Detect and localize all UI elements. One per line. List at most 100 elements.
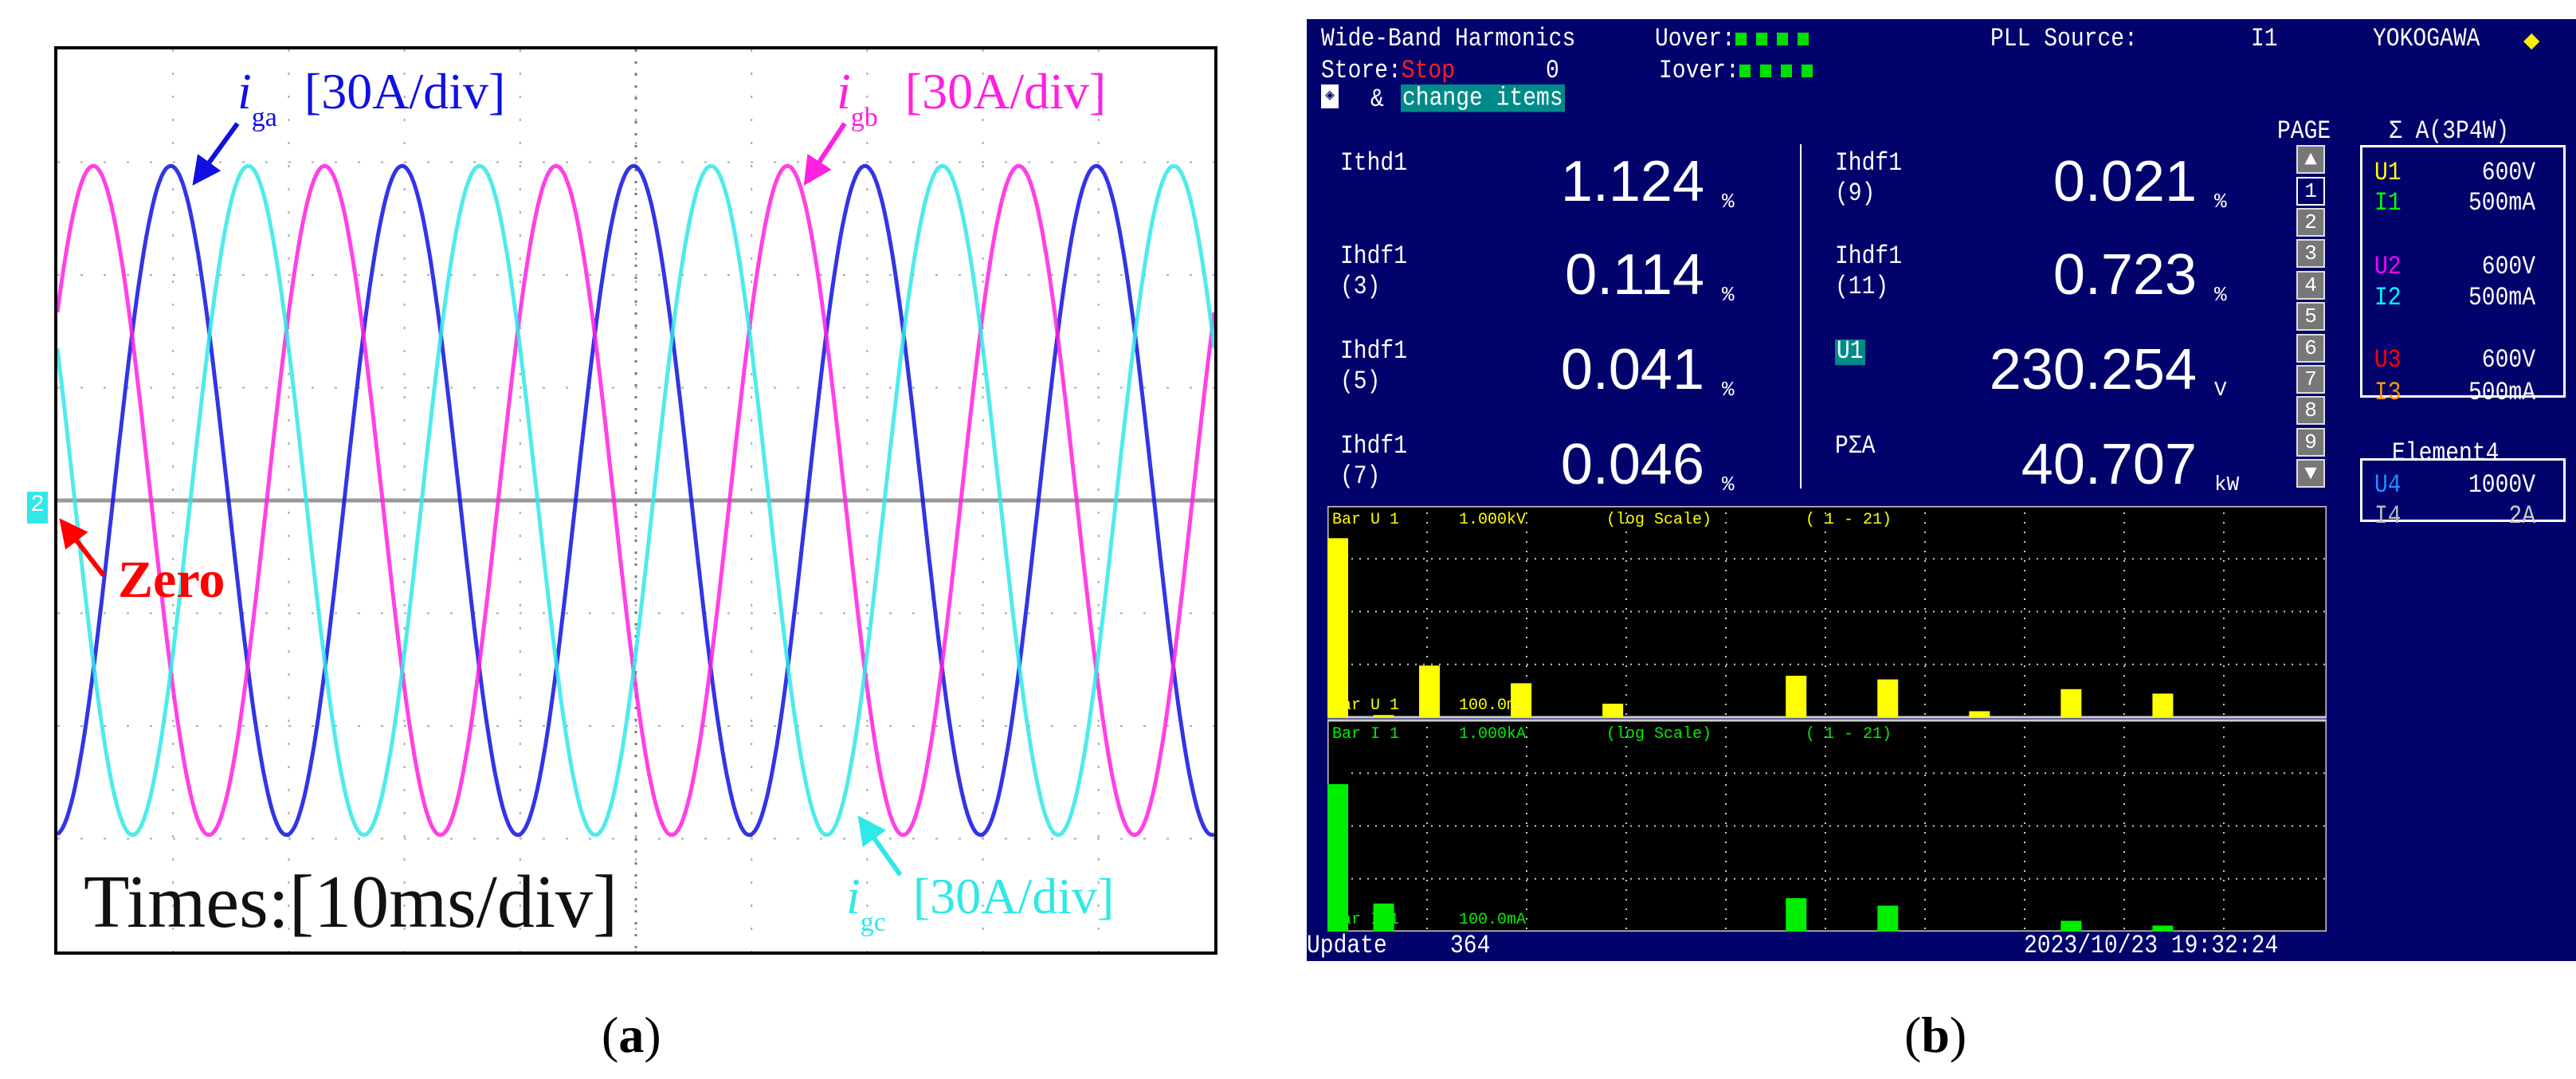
chart-bottom-title: Bar I 1 [1332, 911, 1399, 929]
measurement-unit: % [1722, 378, 1735, 402]
datetime: 2023/10/23 19:32:24 [2024, 932, 2279, 961]
igb-subscript: gb [850, 103, 878, 132]
channel-marker: 2 [27, 492, 48, 524]
measurement-label: Ihdf1 [1340, 337, 1408, 367]
bar-order-13 [1877, 905, 1899, 932]
chart-title: Bar U 1 [1332, 511, 1399, 529]
measurement-label: Ihdf1 [1340, 432, 1408, 461]
iga-scale: [30A/div] [304, 63, 506, 120]
chart-range-label: ( 1 - 21) [1806, 725, 1892, 744]
zero-label: Zero [118, 551, 225, 609]
label-igc: igc [30A/div] [846, 867, 1115, 937]
range-channel: U3 [2374, 346, 2402, 375]
bar-chart-voltage: Bar U 1 1.000kV (log Scale) ( 1 - 21) Bar U … [1327, 506, 2327, 719]
measurement-unit: % [2214, 190, 2227, 214]
element4-channel: I4 [2374, 502, 2402, 532]
page-5-button[interactable]: 5 [2296, 302, 2325, 332]
range-channel: I2 [2374, 284, 2402, 313]
measurement-label: Ihdf1 [1835, 242, 1903, 272]
page-3-button[interactable]: 3 [2296, 239, 2325, 269]
cursor-keys-icon[interactable]: ◈ [1321, 84, 1339, 108]
measurement-label: PΣA [1835, 432, 1876, 461]
range-channel: I1 [2374, 189, 2402, 218]
measurement-order: (11) [1835, 273, 1889, 302]
caption-a: (a) [602, 1006, 661, 1063]
page-6-button[interactable]: 6 [2296, 333, 2325, 363]
update-count: 364 [1450, 932, 1491, 961]
label-iga: iga [30A/div] [237, 62, 506, 132]
element4-channel: U4 [2374, 471, 2402, 500]
measurement-unit: % [1722, 473, 1735, 496]
bar-order-1 [1327, 784, 1348, 932]
iover-indicator: Iover: [1659, 58, 1822, 84]
screen-title: Wide-Band Harmonics [1321, 25, 1576, 54]
uover-label: Uover: [1655, 25, 1735, 54]
measurement-label: U1 [1835, 337, 1865, 367]
chart-bottom-title: Bar U 1 [1332, 696, 1399, 715]
bar-order-19 [2152, 925, 2174, 932]
page-label: PAGE [2277, 117, 2331, 147]
pll-source-label: PLL Source: [1990, 25, 2138, 54]
measurement-unit: % [1722, 283, 1735, 307]
page-2-button[interactable]: 2 [2296, 207, 2325, 237]
store-count: 0 [1546, 57, 1559, 86]
waveform-plot [57, 49, 1214, 951]
chart-scale-label: (log Scale) [1606, 725, 1711, 744]
bar-order-2 [1373, 715, 1394, 717]
brand-logo: YOKOGAWA [2373, 25, 2480, 54]
time-scale-label: Times:[10ms/div] [84, 861, 618, 944]
bar-order-17 [2060, 920, 2082, 932]
measurement-unit: % [2214, 283, 2227, 307]
chart-bottom-label: 100.0mV [1459, 696, 1526, 715]
ampersand: & [1370, 85, 1384, 115]
page-9-button[interactable]: 9 [2296, 427, 2325, 457]
page-7-button[interactable]: 7 [2296, 364, 2325, 394]
caption-b: (b) [1904, 1006, 1967, 1063]
page-down-button[interactable]: ▼ [2296, 459, 2325, 488]
chart-title: Bar I 1 [1332, 725, 1399, 744]
igc-scale: [30A/div] [912, 868, 1115, 924]
igb-scale: [30A/div] [904, 63, 1107, 120]
igc-subscript: gc [860, 908, 886, 937]
chart-top-label: 1.000kV [1459, 511, 1526, 529]
update-label: Update [1307, 932, 1387, 961]
igb-symbol: i [837, 63, 851, 120]
chart-range-label: ( 1 - 21) [1806, 511, 1892, 529]
measurement-value: 40.707 [2021, 433, 2197, 496]
chart-top-label: 1.000kA [1459, 725, 1526, 744]
bar-chart-current: Bar I 1 1.000kA (log Scale) ( 1 - 21) Bar I … [1327, 719, 2327, 932]
measurement-label: Ihdf1 [1340, 242, 1408, 272]
range-channel: U2 [2374, 253, 2402, 282]
measurement-value: 0.723 [2053, 243, 2197, 307]
column-divider [1800, 144, 1802, 488]
bar-order-13 [1877, 679, 1899, 717]
measurement-value: 0.114 [1565, 243, 1704, 307]
measurement-value: 1.124 [1560, 150, 1704, 214]
bar-order-7 [1602, 704, 1624, 717]
page-4-button[interactable]: 4 [2296, 270, 2325, 300]
measurement-value: 230.254 [1989, 338, 2197, 402]
bar-order-17 [2060, 689, 2082, 717]
iga-symbol: i [237, 63, 252, 120]
chart-scale-label: (log Scale) [1606, 511, 1711, 529]
range-channel: U1 [2374, 159, 2402, 188]
page-8-button[interactable]: 8 [2296, 396, 2325, 426]
harmonic-bar-charts: Bar U 1 1.000kV (log Scale) ( 1 - 21) Bar U … [1327, 506, 2327, 932]
chart-bottom-label: 100.0mA [1459, 911, 1526, 929]
page-1-button[interactable]: 1 [2296, 176, 2325, 206]
change-items-button[interactable]: change items [1401, 84, 1565, 112]
measurement-unit: kW [2214, 473, 2240, 496]
store-value: Stop [1401, 57, 1456, 86]
measurement-label: Ithd1 [1340, 149, 1408, 179]
uover-indicator: Uover: [1655, 25, 1818, 54]
measurement-order: (5) [1340, 367, 1381, 397]
measurement-order: (3) [1340, 273, 1381, 302]
page-up-button[interactable]: ▲ [2296, 145, 2325, 174]
measurement-value: 0.041 [1560, 338, 1704, 402]
plot-area [1327, 719, 2327, 932]
measurement-label: Ihdf1 [1835, 149, 1903, 179]
bar-order-19 [2152, 693, 2174, 717]
oscilloscope-panel [54, 46, 1217, 955]
measurement-value: 0.021 [2053, 150, 2197, 214]
bar-order-3 [1419, 665, 1441, 717]
